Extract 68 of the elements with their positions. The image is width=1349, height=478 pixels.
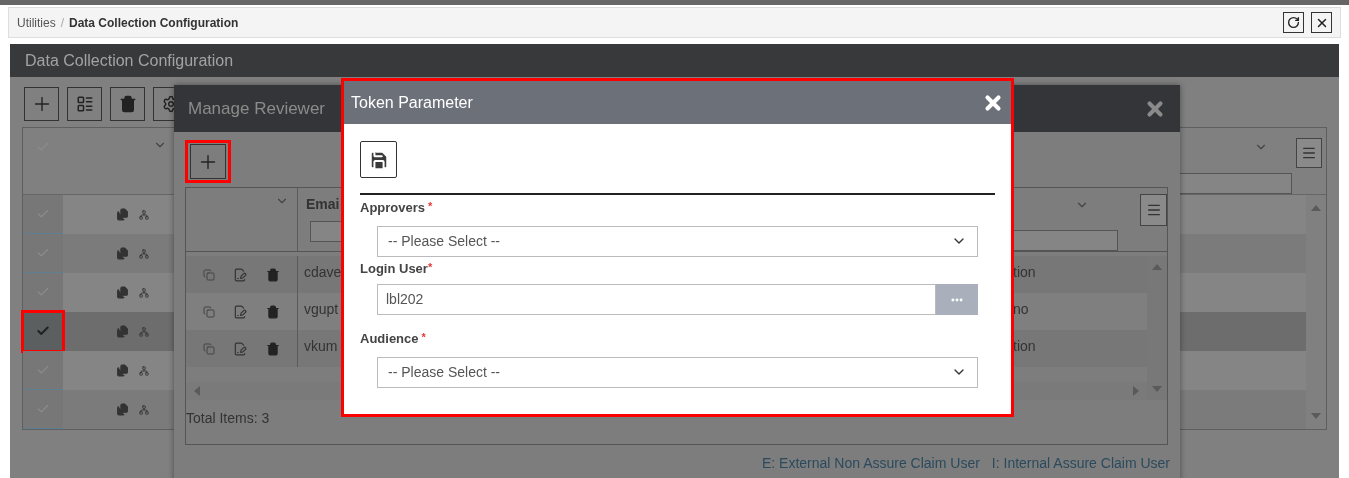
scroll-up-icon[interactable] (1311, 203, 1321, 213)
row-checkbox[interactable] (23, 351, 63, 390)
page-title: Data Collection Configuration (25, 50, 234, 71)
table-cell-text: tion (1013, 263, 1037, 282)
copy-icon[interactable] (203, 268, 216, 281)
delete-icon[interactable] (265, 341, 280, 356)
legend-text: I: Internal Assure Claim User (991, 454, 1170, 473)
select-field[interactable]: -- Please Select -- (377, 356, 978, 388)
copy-icon[interactable] (115, 364, 129, 377)
dialog-title: Manage Reviewer (188, 97, 325, 120)
scroll-left-icon[interactable] (192, 386, 202, 396)
scroll-down-icon[interactable] (1152, 384, 1162, 394)
delete-icon[interactable] (265, 267, 280, 282)
row-checkbox[interactable] (23, 312, 63, 351)
hierarchy-icon[interactable] (138, 287, 149, 298)
copy-icon[interactable] (115, 208, 129, 221)
delete-icon[interactable] (265, 304, 280, 319)
field-label: Login User (360, 260, 428, 276)
hierarchy-icon[interactable] (138, 365, 149, 376)
table-cell-text: cdave (303, 263, 343, 282)
column-menu-button[interactable] (1296, 138, 1322, 168)
add-button[interactable] (24, 87, 59, 121)
copy-icon[interactable] (115, 325, 129, 338)
list-view-button[interactable] (67, 87, 102, 121)
copy-icon[interactable] (203, 342, 216, 355)
field-label: Audience (360, 331, 419, 346)
menu-icon[interactable] (1145, 202, 1162, 218)
legend-text: E: External Non Assure Claim User (761, 454, 980, 473)
required-mark: * (421, 331, 426, 343)
copy-icon[interactable] (115, 403, 129, 416)
column-menu-button[interactable] (1140, 194, 1167, 226)
required-mark: * (427, 260, 433, 273)
scroll-right-icon[interactable] (1131, 386, 1141, 396)
select-field[interactable]: -- Please Select -- (377, 225, 978, 257)
required-mark: * (428, 200, 433, 212)
trash-icon[interactable] (118, 95, 137, 113)
login-user-field[interactable]: lbl202 (377, 284, 936, 315)
scroll-down-icon[interactable] (1311, 411, 1321, 421)
breadcrumb-item[interactable]: Utilities (17, 13, 56, 32)
row-checkbox[interactable] (23, 195, 63, 234)
edit-icon[interactable] (233, 341, 248, 356)
save-button[interactable] (360, 141, 397, 178)
hierarchy-icon[interactable] (138, 209, 149, 220)
table-cell-text: vgupt (303, 300, 340, 319)
copy-icon[interactable] (115, 286, 129, 299)
row-checkbox[interactable] (23, 273, 63, 312)
total-items-text: Total Items: 3 (186, 409, 271, 428)
table-cell-text: no (1013, 300, 1030, 319)
dialog-title: Token Parameter (351, 92, 473, 113)
field-label: Approvers (360, 200, 426, 215)
breadcrumb-separator: / (60, 14, 64, 32)
edit-icon[interactable] (233, 267, 248, 282)
menu-icon[interactable] (1301, 145, 1317, 161)
copy-icon[interactable] (115, 247, 129, 260)
hierarchy-icon[interactable] (138, 404, 149, 415)
list-icon[interactable] (75, 95, 94, 113)
table-cell-text: vkum (303, 337, 339, 356)
row-checkbox[interactable] (23, 234, 63, 273)
edit-icon[interactable] (233, 304, 248, 319)
hierarchy-icon[interactable] (138, 248, 149, 259)
add-button[interactable] (185, 140, 231, 183)
hierarchy-icon[interactable] (138, 326, 149, 337)
breadcrumb-item: Data Collection Configuration (69, 14, 239, 32)
delete-button[interactable] (110, 87, 145, 121)
table-cell-text: tion (1013, 337, 1037, 356)
row-checkbox[interactable] (23, 390, 63, 429)
check-icon[interactable] (36, 324, 50, 338)
copy-icon[interactable] (203, 305, 216, 318)
